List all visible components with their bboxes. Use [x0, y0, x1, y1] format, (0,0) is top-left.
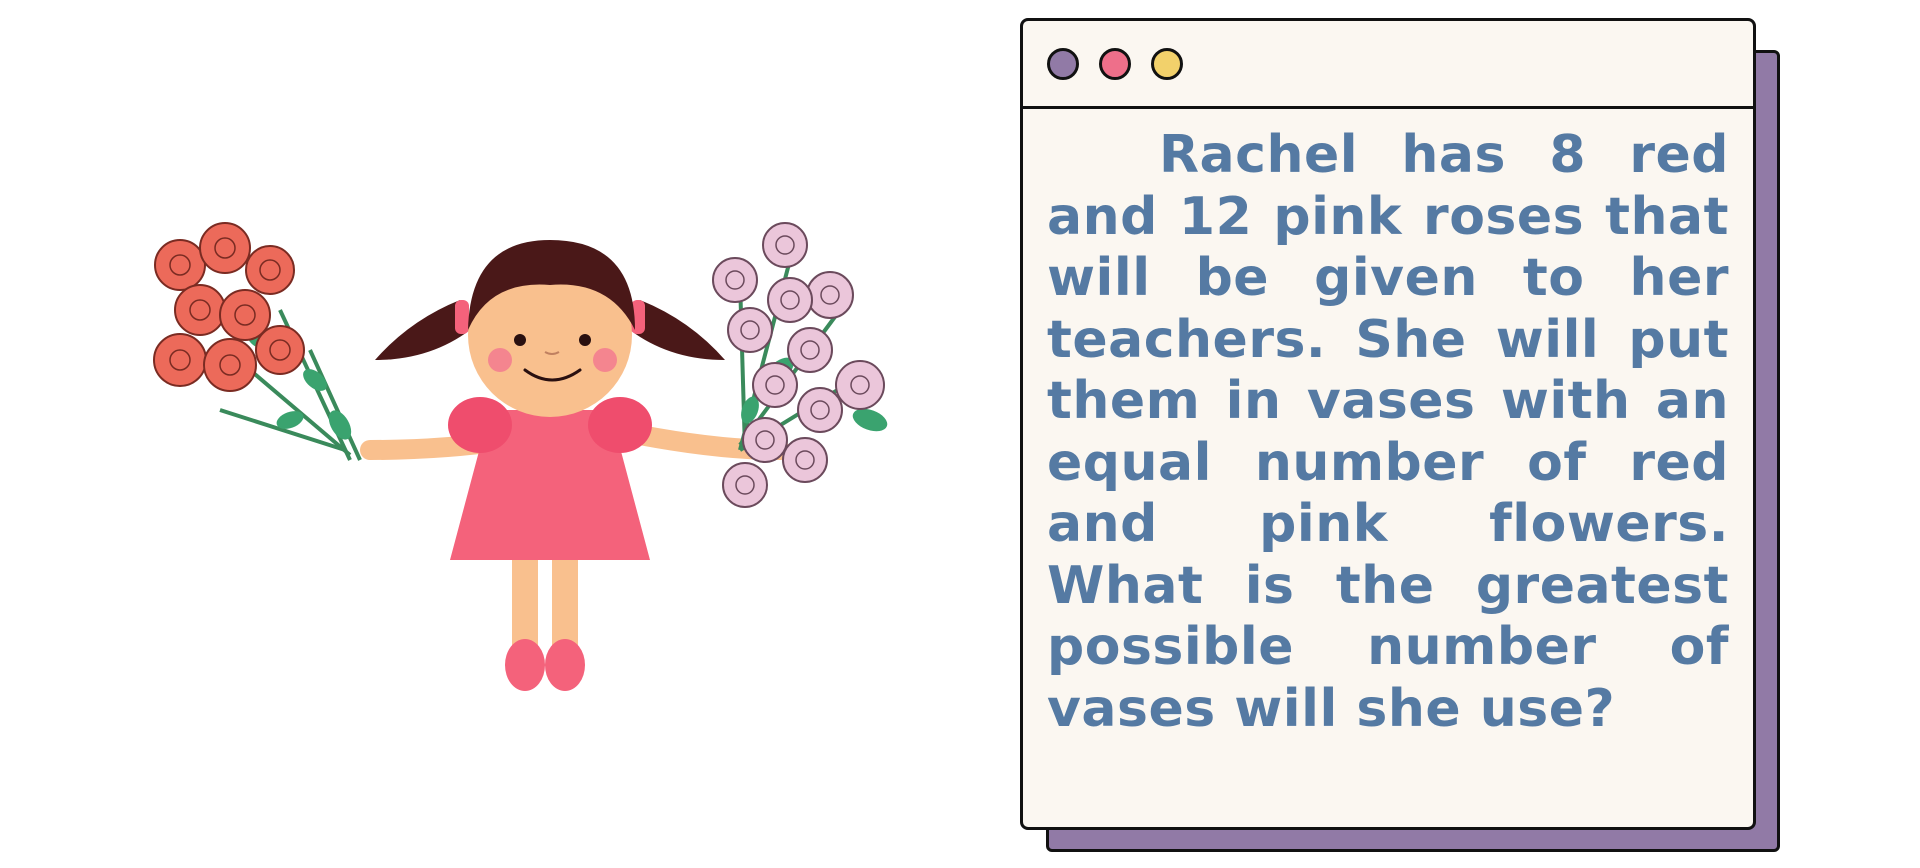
girl-holding-roses-illustration	[153, 222, 888, 691]
window-titlebar	[1023, 21, 1753, 109]
question-text: Rachel has 8 red and 12 pink roses that …	[1047, 125, 1729, 739]
window-content: Rachel has 8 red and 12 pink roses that …	[1047, 125, 1729, 807]
pink-rose-bouquet	[712, 222, 888, 508]
girl-figure	[360, 240, 790, 691]
question-window: Rachel has 8 red and 12 pink roses that …	[1020, 18, 1756, 830]
red-rose-bouquet	[153, 222, 362, 461]
purple-window-dot	[1047, 47, 1079, 80]
yellow-window-dot	[1151, 47, 1183, 80]
stage: Rachel has 8 red and 12 pink roses that …	[0, 0, 1920, 868]
pink-window-dot	[1099, 47, 1131, 80]
